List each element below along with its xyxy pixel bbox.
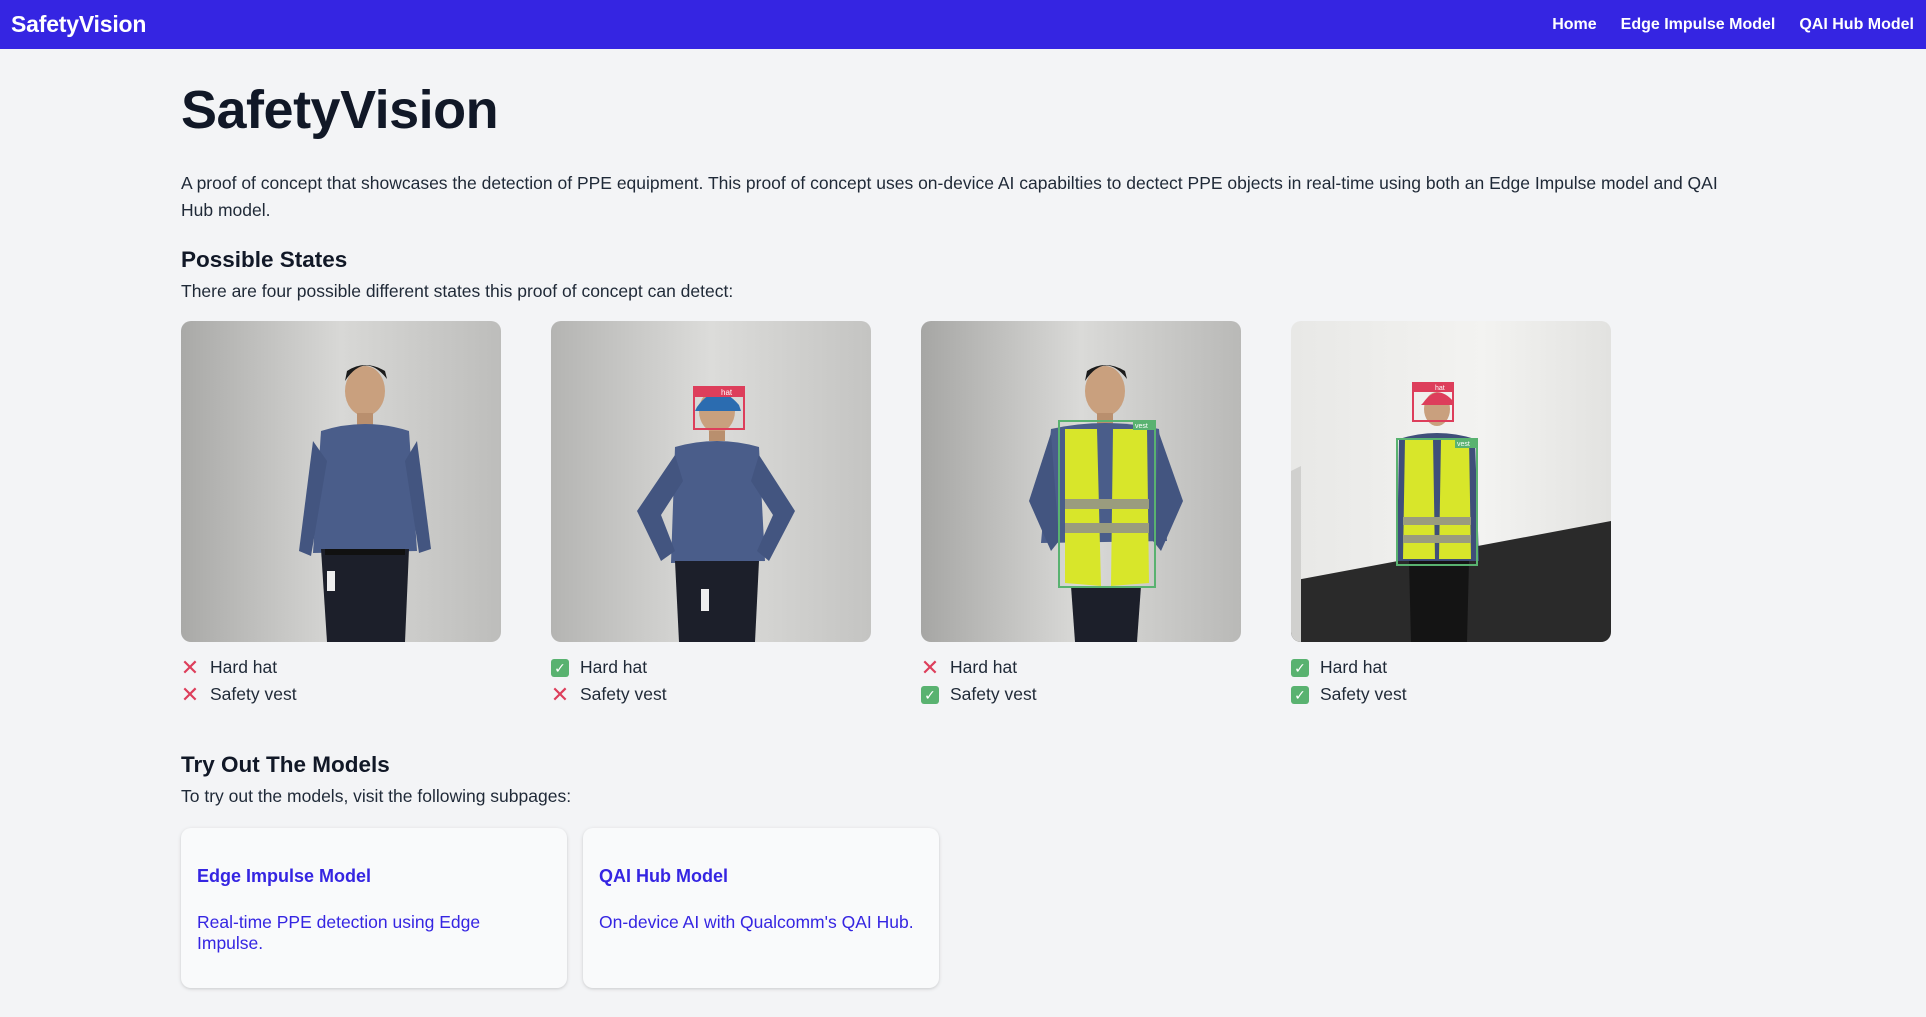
- cross-icon: ✕: [180, 681, 200, 707]
- cross-icon: ✕: [920, 654, 940, 680]
- checkmark-icon: ✓: [1291, 658, 1309, 677]
- state-checklist: ✕ Hard hat ✕ Safety vest: [181, 654, 501, 708]
- check-item-safety-vest: ✕ Safety vest: [181, 681, 501, 708]
- check-item-label: Safety vest: [950, 684, 1037, 705]
- intro-paragraph: A proof of concept that showcases the de…: [181, 173, 1718, 221]
- brand-logo-link[interactable]: SafetyVision: [11, 11, 146, 38]
- cross-icon: ✕: [550, 681, 570, 707]
- checkmark-icon: ✓: [551, 658, 569, 677]
- card-description: Real-time PPE detection using Edge Impul…: [197, 912, 481, 954]
- checkmark-icon: ✓: [921, 685, 939, 704]
- main-content: SafetyVision A proof of concept that sho…: [181, 49, 1741, 989]
- possible-states-text: There are four possible different states…: [181, 281, 734, 302]
- edge-impulse-model-card[interactable]: Edge Impulse Model Real-time PPE detecti…: [181, 828, 567, 989]
- state-card-hat-and-vest: hat vest ✓ Hard hat ✓ Safety vest: [1291, 321, 1611, 708]
- card-title: Edge Impulse Model: [197, 866, 372, 887]
- nav-link-home[interactable]: Home: [1552, 16, 1596, 34]
- check-item-hard-hat: ✓ Hard hat: [1291, 654, 1611, 681]
- state-photo-vest-only: vest: [921, 321, 1241, 643]
- state-photo-hat-and-vest: hat vest: [1291, 321, 1611, 643]
- qai-hub-model-card[interactable]: QAI Hub Model On-device AI with Qualcomm…: [583, 828, 939, 989]
- possible-states-heading: Possible States: [181, 247, 348, 273]
- state-card-hat-only: hat ✓ Hard hat ✕ Safety vest: [551, 321, 871, 708]
- check-item-hard-hat: ✕ Hard hat: [921, 654, 1241, 681]
- checkmark-icon: ✓: [1291, 685, 1309, 704]
- try-models-heading: Try Out The Models: [181, 752, 390, 778]
- check-item-label: Safety vest: [210, 684, 297, 705]
- try-models-text: To try out the models, visit the followi…: [181, 786, 572, 807]
- nav-links: Home Edge Impulse Model QAI Hub Model: [1552, 16, 1914, 34]
- detection-label-hat: hat: [1435, 385, 1445, 392]
- nav-link-edge-impulse[interactable]: Edge Impulse Model: [1621, 16, 1776, 34]
- model-cards: Edge Impulse Model Real-time PPE detecti…: [181, 828, 1741, 989]
- check-item-label: Hard hat: [1320, 657, 1388, 678]
- check-item-hard-hat: ✕ Hard hat: [181, 654, 501, 681]
- states-grid: ✕ Hard hat ✕ Safety vest hat ✓ Hard hat …: [181, 321, 1741, 708]
- state-card-vest-only: vest ✕ Hard hat ✓ Safety vest: [921, 321, 1241, 708]
- check-item-label: Hard hat: [210, 657, 278, 678]
- state-photo-hat-only: hat: [551, 321, 871, 643]
- check-item-safety-vest: ✓ Safety vest: [921, 681, 1241, 708]
- state-card-none: ✕ Hard hat ✕ Safety vest: [181, 321, 501, 708]
- page-title: SafetyVision: [181, 80, 499, 140]
- check-item-label: Safety vest: [580, 684, 667, 705]
- check-item-label: Hard hat: [950, 657, 1018, 678]
- state-checklist: ✓ Hard hat ✕ Safety vest: [551, 654, 871, 708]
- check-item-safety-vest: ✓ Safety vest: [1291, 681, 1611, 708]
- nav-link-qai-hub[interactable]: QAI Hub Model: [1799, 16, 1914, 34]
- detection-label-vest: vest: [1457, 441, 1470, 448]
- state-photo-none: [181, 321, 501, 643]
- cross-icon: ✕: [180, 654, 200, 680]
- state-checklist: ✕ Hard hat ✓ Safety vest: [921, 654, 1241, 708]
- top-navbar: SafetyVision Home Edge Impulse Model QAI…: [0, 0, 1926, 49]
- check-item-hard-hat: ✓ Hard hat: [551, 654, 871, 681]
- state-checklist: ✓ Hard hat ✓ Safety vest: [1291, 654, 1611, 708]
- card-description: On-device AI with Qualcomm's QAI Hub.: [599, 912, 914, 933]
- card-title: QAI Hub Model: [599, 866, 728, 887]
- check-item-label: Hard hat: [580, 657, 648, 678]
- check-item-label: Safety vest: [1320, 684, 1407, 705]
- check-item-safety-vest: ✕ Safety vest: [551, 681, 871, 708]
- detection-label-vest: vest: [1135, 423, 1148, 430]
- detection-label-hat: hat: [721, 388, 733, 397]
